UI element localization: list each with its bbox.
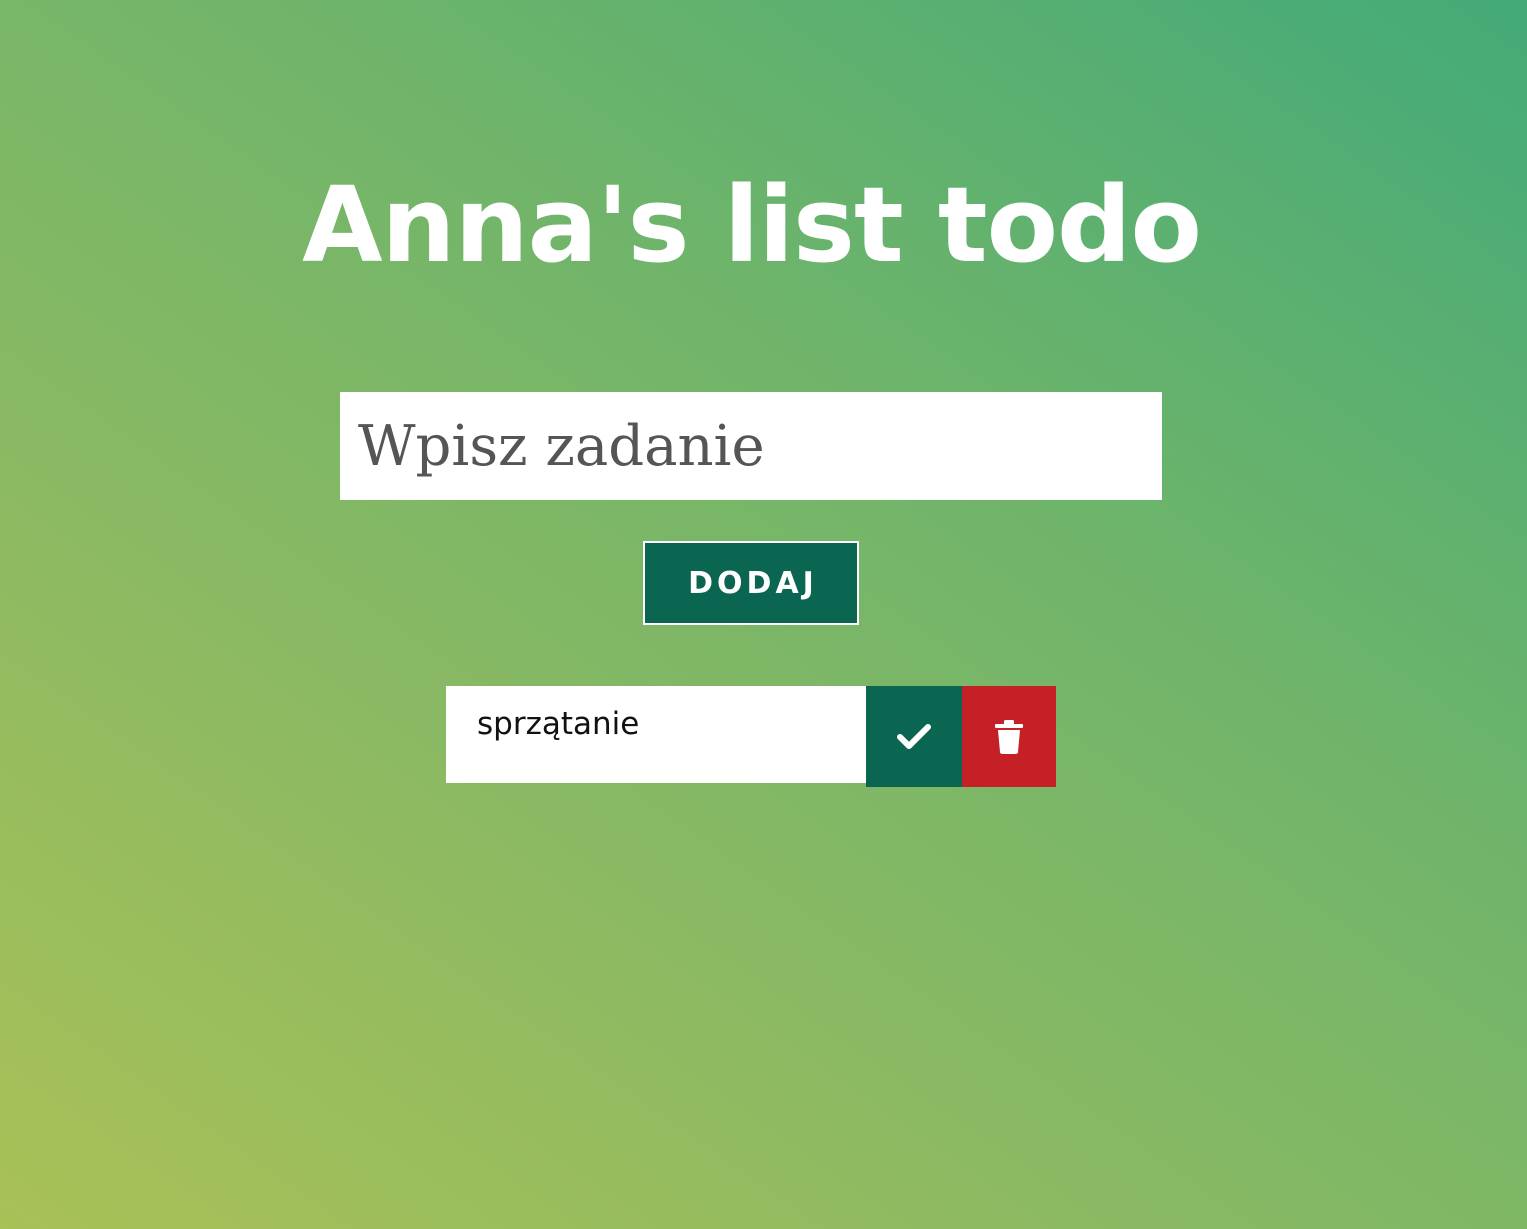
- task-input[interactable]: [340, 392, 1162, 500]
- todo-item: sprzątanie: [446, 686, 1056, 787]
- trash-icon: [994, 719, 1024, 754]
- add-button[interactable]: DODAJ: [643, 541, 859, 625]
- delete-button[interactable]: [962, 686, 1056, 787]
- check-icon: [896, 723, 932, 751]
- complete-button[interactable]: [866, 686, 962, 787]
- page-title: Anna's list todo: [302, 164, 1202, 286]
- todo-text: sprzątanie: [446, 686, 866, 783]
